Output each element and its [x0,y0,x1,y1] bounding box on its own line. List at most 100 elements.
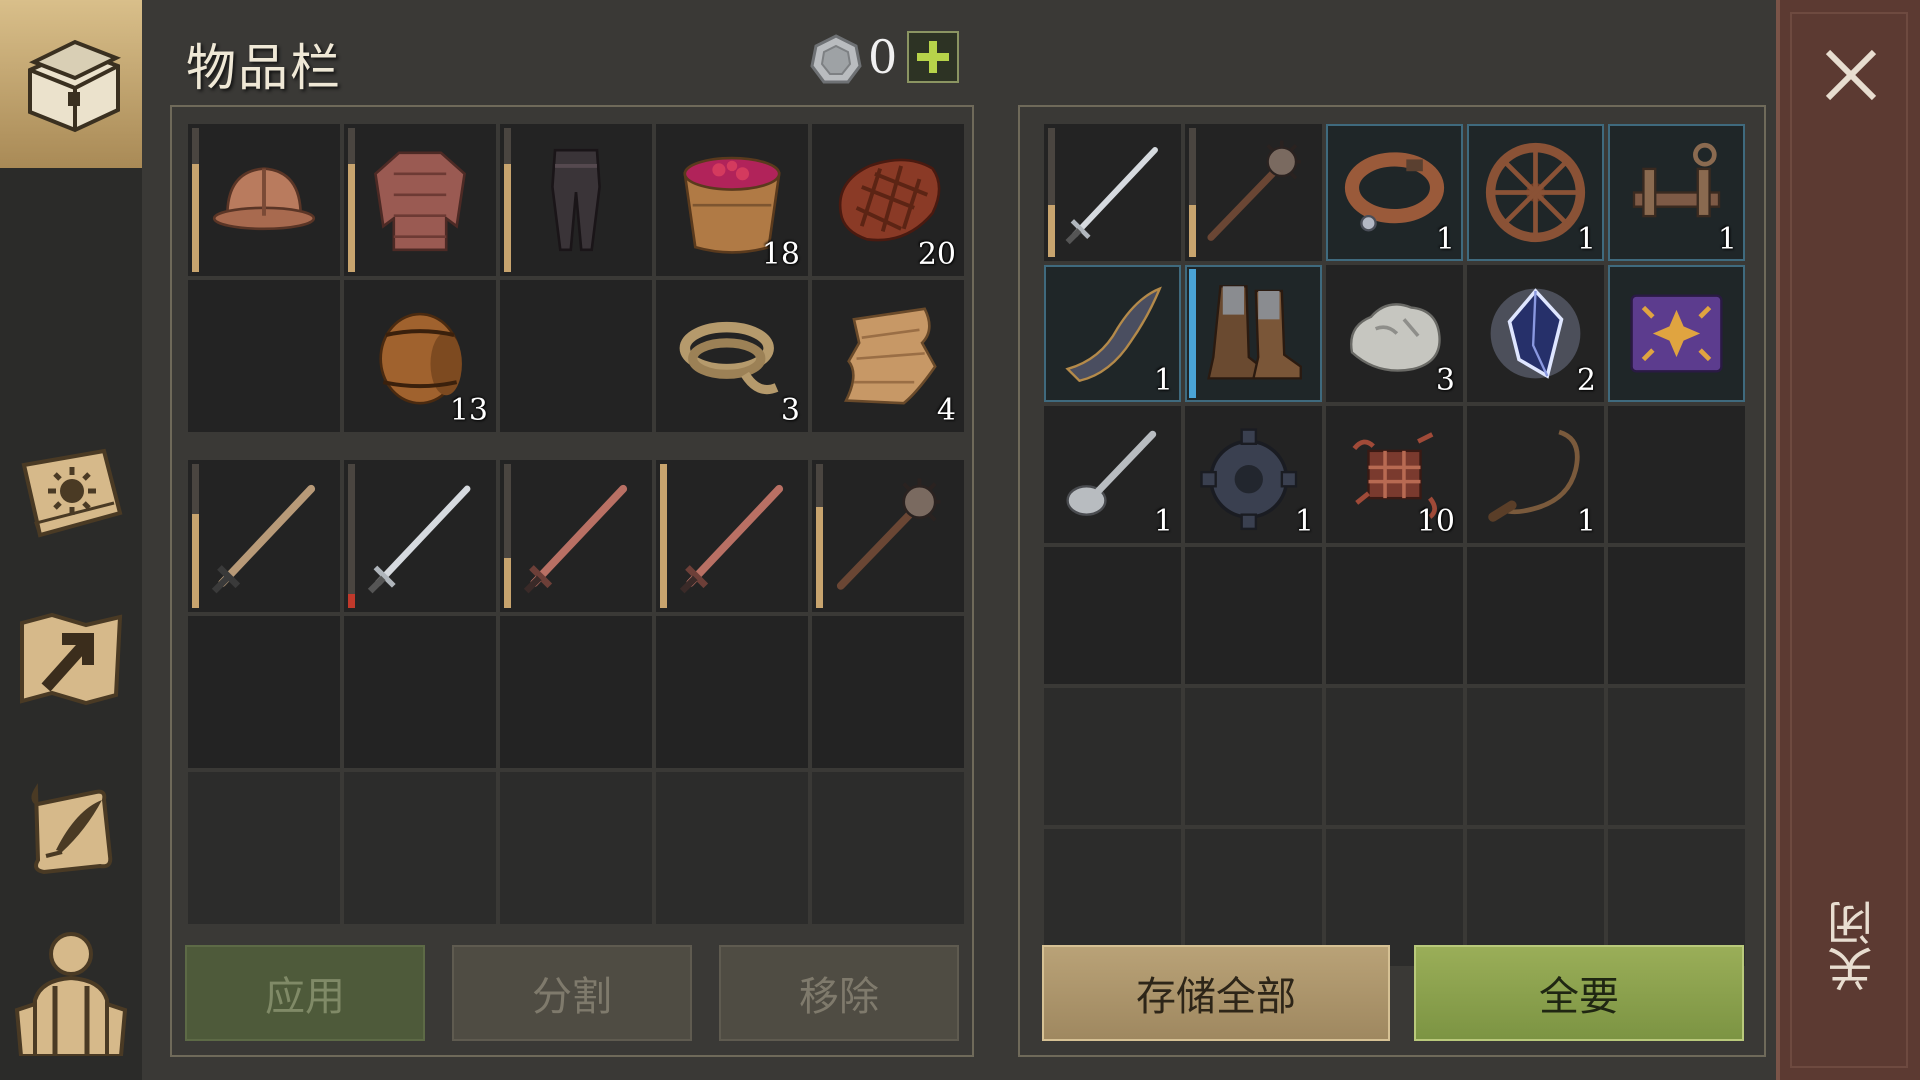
storage-slot[interactable]: 1 [1608,124,1745,261]
inventory-slot[interactable] [344,124,496,276]
sun-book-icon [21,448,123,538]
sidebar-item-map[interactable] [10,598,132,720]
item-quantity: 1 [1576,222,1596,257]
inventory-slot[interactable] [500,616,652,768]
storage-slot[interactable]: 1 [1326,124,1463,261]
inventory-slot[interactable]: 4 [812,280,964,432]
storage-slot[interactable] [1326,547,1463,684]
boots-icon [1207,285,1302,380]
inventory-slot[interactable] [500,124,652,276]
storage-slot[interactable] [1185,547,1322,684]
storage-slot[interactable] [1185,124,1322,261]
steel-sword-icon [1065,147,1158,245]
helmet-icon [212,167,316,231]
storage-slot[interactable] [1608,406,1745,543]
inventory-slot[interactable]: 13 [344,280,496,432]
storage-slot[interactable]: 10 [1326,406,1463,543]
split-button[interactable]: 分割 [452,945,692,1041]
scroll-quill-icon [31,783,113,875]
item-quantity: 3 [780,393,800,428]
storage-slot[interactable] [1044,547,1181,684]
plus-icon [917,41,949,73]
item-quantity: 1 [1435,222,1455,257]
inventory-slot[interactable] [344,460,496,612]
inventory-slot[interactable]: 18 [656,124,808,276]
storage-slot[interactable] [1326,688,1463,825]
storage-slot[interactable]: 1 [1044,406,1181,543]
remove-button[interactable]: 移除 [719,945,959,1041]
inventory-slot[interactable] [500,460,652,612]
storage-slot[interactable] [1044,688,1181,825]
storage-slot[interactable]: 1 [1044,265,1181,402]
currency-value: 0 [868,30,898,84]
inventory-slot[interactable] [188,616,340,768]
inventory-slot[interactable] [812,772,964,924]
mace-icon [836,478,941,590]
storage-slot[interactable] [1185,265,1322,402]
inventory-slot[interactable] [656,460,808,612]
apply-button[interactable]: 应用 [185,945,425,1041]
storage-slot[interactable]: 1 [1467,124,1604,261]
storage-slot[interactable]: 2 [1467,265,1604,402]
chainmail-icon [374,151,466,252]
sidebar-item-crafting[interactable] [10,764,132,886]
inventory-slot[interactable] [500,280,652,432]
page-title: 物品栏 [186,39,342,97]
inventory-slot[interactable] [656,772,808,924]
inventory-slot[interactable]: 3 [656,280,808,432]
inventory-slot[interactable] [812,616,964,768]
storage-slot[interactable] [1467,547,1604,684]
inventory-slot[interactable] [812,460,964,612]
inventory-slot[interactable] [188,772,340,924]
storage-slot[interactable] [1608,547,1745,684]
add-currency-button[interactable] [907,31,959,83]
sidebar-item-inventory[interactable] [0,0,142,168]
storage-slot[interactable]: 3 [1326,265,1463,402]
storage-slot[interactable] [1608,265,1745,402]
storage-slot[interactable] [1044,124,1181,261]
steel-sword-icon [367,485,471,594]
mace-icon [1207,140,1301,241]
character-icon [14,932,128,1056]
storage-slot[interactable]: 1 [1467,406,1604,543]
item-quantity: 10 [1416,504,1455,539]
inventory-grid-top: 18 20 13 3 4 [188,124,964,432]
item-quantity: 1 [1153,504,1173,539]
storage-slot[interactable] [1467,688,1604,825]
storage-slot[interactable] [1185,688,1322,825]
inventory-slot[interactable] [344,616,496,768]
item-quantity: 1 [1294,504,1314,539]
item-quantity: 4 [936,393,956,428]
item-quantity: 1 [1576,504,1596,539]
storage-slot[interactable]: 1 [1185,406,1322,543]
inventory-grid-bottom [188,460,964,924]
storage-grid: 1 1 1 1 3 2 1 1 10 1 [1044,124,1745,966]
map-arrow-icon [20,612,123,706]
item-quantity: 2 [1576,363,1596,398]
close-label[interactable]: 关闭 [1820,900,1880,992]
item-quantity: 13 [449,393,488,428]
copper-sword-icon [523,484,628,594]
inventory-slot[interactable]: 20 [812,124,964,276]
sidebar-item-character[interactable] [10,930,132,1056]
chain-legs-icon [551,148,601,252]
close-icon[interactable] [1818,42,1884,108]
inventory-slot[interactable] [500,772,652,924]
store-all-button[interactable]: 存储全部 [1042,945,1390,1041]
book-icon [1630,294,1723,373]
copper-sword-icon [679,484,784,594]
sword-icon [211,484,316,594]
item-quantity: 3 [1435,363,1455,398]
item-quantity: 1 [1717,222,1737,257]
inventory-slot[interactable] [188,460,340,612]
inventory-slot[interactable] [188,124,340,276]
inventory-slot[interactable] [188,280,340,432]
item-quantity: 18 [761,237,800,272]
take-all-button[interactable]: 全要 [1414,945,1744,1041]
inventory-slot[interactable] [344,772,496,924]
item-quantity: 20 [917,237,956,272]
sidebar-item-skills[interactable] [10,432,132,554]
item-quantity: 1 [1153,363,1173,398]
inventory-slot[interactable] [656,616,808,768]
storage-slot[interactable] [1608,688,1745,825]
